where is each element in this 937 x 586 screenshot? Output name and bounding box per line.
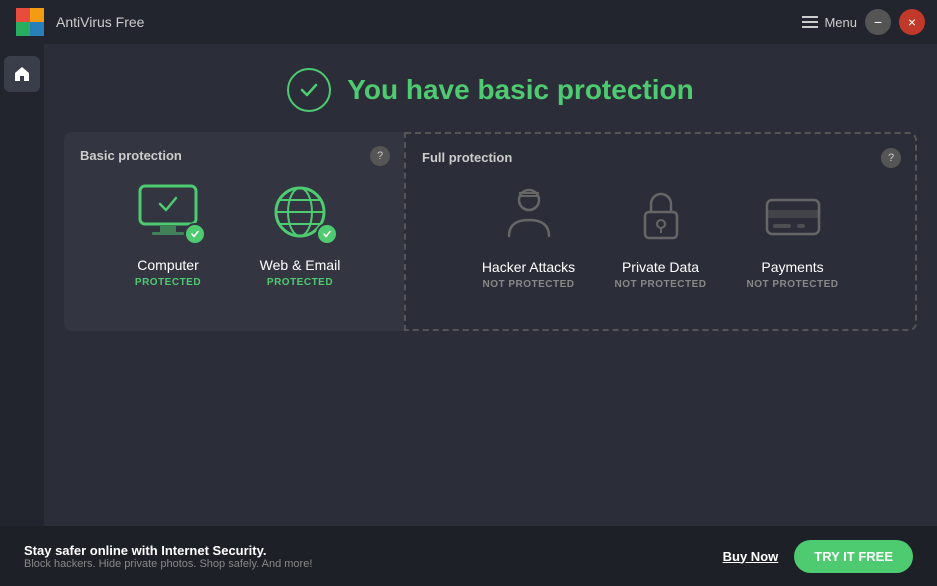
hacker-icon-wrap xyxy=(489,181,569,249)
home-icon xyxy=(13,65,31,83)
app-logo: AntiVirus Free xyxy=(16,8,144,36)
full-items-row: Hacker Attacks NOT PROTECTED xyxy=(422,181,899,290)
credit-card-icon xyxy=(753,181,833,249)
payments-card-icon xyxy=(757,184,829,246)
padlock-icon xyxy=(625,184,697,246)
minimize-button[interactable]: − xyxy=(865,9,891,35)
try-free-button[interactable]: TRY IT FREE xyxy=(794,540,913,573)
checkmark-icon xyxy=(298,79,320,101)
computer-item[interactable]: Computer PROTECTED xyxy=(108,179,228,288)
main-content: You have basic protection Basic protecti… xyxy=(44,44,937,586)
full-help-button[interactable]: ? xyxy=(881,148,901,168)
payments-status: NOT PROTECTED xyxy=(746,279,838,290)
sidebar-home-button[interactable] xyxy=(4,56,40,92)
web-email-name: Web & Email xyxy=(260,257,341,273)
check-badge-icon-2 xyxy=(322,229,332,239)
payments-name: Payments xyxy=(761,259,823,275)
lock-icon xyxy=(621,181,701,249)
close-button[interactable]: × xyxy=(899,9,925,35)
payments-item[interactable]: Payments NOT PROTECTED xyxy=(733,181,853,290)
footer-text-block: Stay safer online with Internet Security… xyxy=(24,543,703,570)
footer-banner: Stay safer online with Internet Security… xyxy=(0,526,937,586)
hamburger-icon xyxy=(802,16,818,28)
basic-protection-card: Basic protection ? xyxy=(64,132,404,331)
avg-logo-icon xyxy=(16,8,48,36)
private-data-status: NOT PROTECTED xyxy=(614,279,706,290)
computer-icon-wrap xyxy=(128,179,208,247)
hacker-attacks-status: NOT PROTECTED xyxy=(482,279,574,290)
hacker-attacks-name: Hacker Attacks xyxy=(482,259,575,275)
computer-name: Computer xyxy=(137,257,198,273)
basic-items-row: Computer PROTECTED xyxy=(80,179,388,288)
private-data-name: Private Data xyxy=(622,259,699,275)
protection-title: You have basic protection xyxy=(347,74,693,106)
status-header: You have basic protection xyxy=(44,44,937,132)
private-data-item[interactable]: Private Data NOT PROTECTED xyxy=(601,181,721,290)
computer-status: PROTECTED xyxy=(135,277,201,288)
sidebar xyxy=(0,44,44,586)
basic-protection-label: Basic protection xyxy=(80,148,388,163)
private-data-icon-wrap xyxy=(621,181,701,249)
menu-button[interactable]: Menu xyxy=(802,15,857,30)
app-title: AntiVirus Free xyxy=(56,14,144,30)
spacer xyxy=(44,331,937,530)
footer-actions: Buy Now TRY IT FREE xyxy=(723,540,913,573)
window-controls: Menu − × xyxy=(802,9,925,35)
payments-icon-wrap xyxy=(753,181,833,249)
protection-check-icon xyxy=(287,68,331,112)
full-protection-label: Full protection xyxy=(422,150,899,165)
web-email-item[interactable]: Web & Email PROTECTED xyxy=(240,179,360,288)
hacker-figure-icon xyxy=(493,184,565,246)
web-protected-badge xyxy=(316,223,338,245)
footer-main-text: Stay safer online with Internet Security… xyxy=(24,543,703,558)
web-email-icon-wrap xyxy=(260,179,340,247)
hacker-icon xyxy=(489,181,569,249)
buy-now-button[interactable]: Buy Now xyxy=(723,549,779,564)
full-protection-card: Full protection ? xyxy=(404,132,917,331)
titlebar: AntiVirus Free Menu − × xyxy=(0,0,937,44)
hacker-attacks-item[interactable]: Hacker Attacks NOT PROTECTED xyxy=(469,181,589,290)
protection-row: Basic protection ? xyxy=(44,132,937,331)
web-email-status: PROTECTED xyxy=(267,277,333,288)
footer-sub-text: Block hackers. Hide private photos. Shop… xyxy=(24,558,703,570)
computer-protected-badge xyxy=(184,223,206,245)
check-badge-icon xyxy=(190,229,200,239)
basic-help-button[interactable]: ? xyxy=(370,146,390,166)
